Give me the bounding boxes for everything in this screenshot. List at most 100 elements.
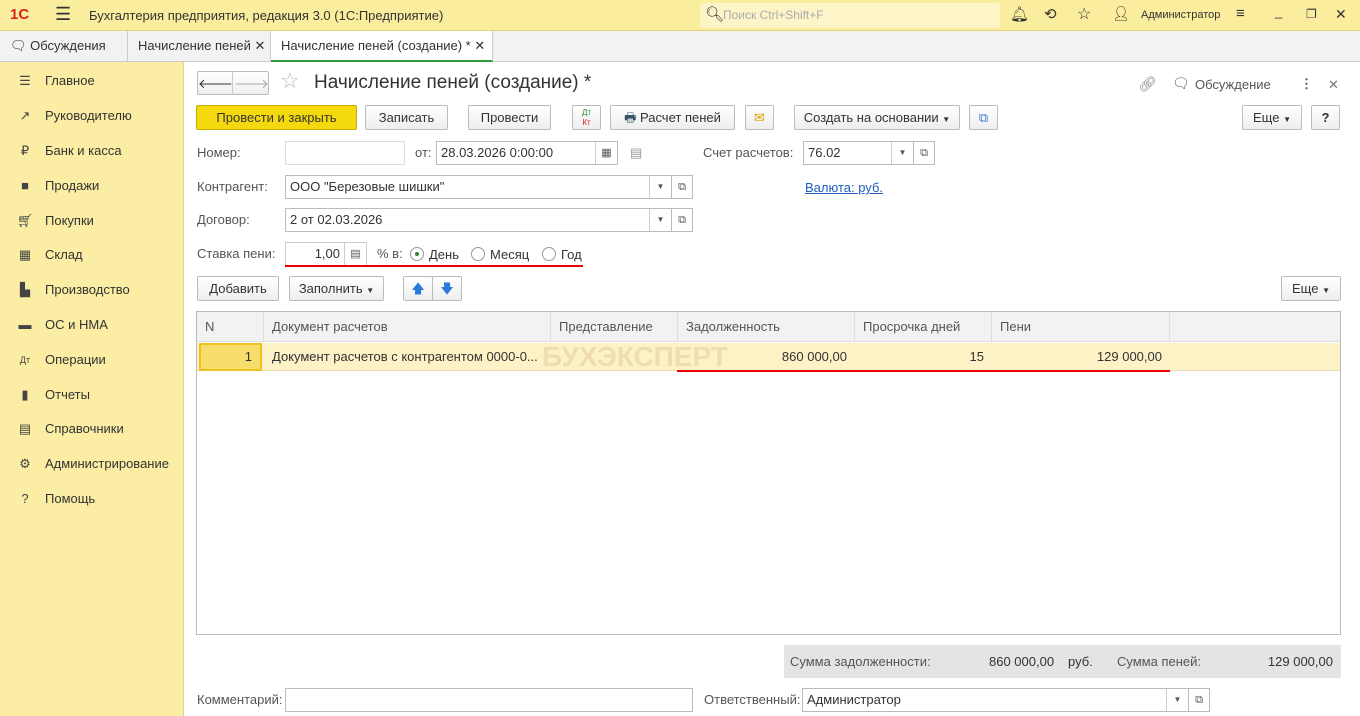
sidebar-item-bank[interactable]: ₽ Банк и касса: [0, 134, 184, 168]
column-header[interactable]: Пени: [992, 312, 1170, 342]
contract-input[interactable]: 2 от 02.03.2026 ▼: [285, 208, 672, 232]
column-header[interactable]: Задолженность: [678, 312, 855, 342]
sidebar-item-help[interactable]: ? Помощь: [0, 482, 184, 516]
cell-document[interactable]: Документ расчетов с контрагентом 0000-0.…: [264, 343, 551, 371]
sidebar-item-label: ОС и НМА: [45, 317, 108, 332]
column-header[interactable]: N: [197, 312, 264, 342]
table-more-button[interactable]: Еще ▼: [1281, 276, 1341, 301]
cell-overdue-days[interactable]: 15: [855, 343, 992, 371]
sidebar-item-sales[interactable]: ■ Продажи: [0, 169, 184, 203]
open-account-button[interactable]: ⧉: [913, 141, 935, 165]
save-button[interactable]: Записать: [365, 105, 448, 130]
move-up-button[interactable]: 🡅: [403, 276, 433, 301]
open-icon: ⧉: [920, 147, 928, 159]
close-window-icon[interactable]: ✕: [1335, 6, 1347, 23]
table-row[interactable]: 1 Документ расчетов с контрагентом 0000-…: [197, 341, 1340, 372]
account-value: 76.02: [808, 145, 841, 160]
cell-n[interactable]: 1: [199, 343, 262, 371]
tab-penalties-list[interactable]: Начисление пеней ✕: [128, 31, 271, 62]
sidebar-item-manager[interactable]: ↗ Руководителю: [0, 99, 184, 133]
more-actions-icon[interactable]: ⋮: [1300, 76, 1313, 92]
sidebar-item-assets[interactable]: ▬ ОС и НМА: [0, 308, 184, 342]
open-counterparty-button[interactable]: ⧉: [671, 175, 693, 199]
responsible-label: Ответственный:: [704, 692, 801, 707]
tab-penalties-create[interactable]: Начисление пеней (создание) * ✕: [271, 31, 493, 62]
counterparty-label: Контрагент:: [197, 179, 268, 194]
radio-month[interactable]: Месяц: [471, 247, 529, 262]
forward-button[interactable]: 🡒: [234, 72, 269, 95]
sidebar-item-purchases[interactable]: 🛒︎ Покупки: [0, 204, 184, 238]
rate-input[interactable]: 1,00 ▤: [285, 242, 367, 266]
sidebar-item-production[interactable]: ▙ Производство: [0, 273, 184, 307]
sidebar-item-reports[interactable]: ▮ Отчеты: [0, 378, 184, 412]
responsible-input[interactable]: Администратор ▼: [802, 688, 1189, 712]
column-header[interactable]: Документ расчетов: [264, 312, 551, 342]
search-placeholder: Поиск Ctrl+Shift+F: [723, 8, 824, 22]
currency-link[interactable]: Валюта: руб.: [805, 180, 883, 195]
radio-day[interactable]: День: [410, 247, 459, 262]
column-header[interactable]: Представление: [551, 312, 678, 342]
dtkt-button[interactable]: Дт Кт: [572, 105, 601, 130]
open-responsible-button[interactable]: ⧉: [1188, 688, 1210, 712]
calc-penalties-button[interactable]: 🖶 Расчет пеней: [610, 105, 735, 130]
date-input[interactable]: 28.03.2026 0:00:00 ▦: [436, 141, 618, 165]
close-tab-icon[interactable]: ✕: [474, 38, 485, 53]
move-down-button[interactable]: 🡇: [432, 276, 462, 301]
help-button[interactable]: ?: [1311, 105, 1340, 130]
radio-year[interactable]: Год: [542, 247, 582, 262]
close-form-icon[interactable]: ✕: [1328, 77, 1339, 93]
tab-discussions[interactable]: 🗨︎ Обсуждения: [0, 31, 128, 62]
chevron-down-icon[interactable]: ▼: [891, 142, 913, 164]
calendar-icon[interactable]: ▦: [595, 142, 617, 164]
chevron-down-icon: ▼: [1283, 115, 1291, 124]
user-name[interactable]: Администратор: [1141, 9, 1220, 21]
link-icon[interactable]: 🔗︎: [1138, 75, 1157, 93]
highlight-underline: [285, 265, 583, 267]
tab-label: Обсуждения: [30, 38, 106, 53]
email-button[interactable]: ✉: [745, 105, 774, 130]
post-button[interactable]: Провести: [468, 105, 551, 130]
restore-icon[interactable]: ❐: [1306, 7, 1317, 21]
sidebar-item-catalogs[interactable]: ▤ Справочники: [0, 412, 184, 446]
favorite-star-icon[interactable]: ☆: [280, 68, 300, 94]
add-button[interactable]: Добавить: [197, 276, 279, 301]
discussion-button[interactable]: Обсуждение: [1195, 77, 1271, 92]
sidebar-item-operations[interactable]: Дт Операции: [0, 343, 184, 377]
minimize-icon[interactable]: _: [1275, 4, 1282, 19]
star-icon[interactable]: ☆: [1077, 4, 1091, 24]
sidebar-item-warehouse[interactable]: ▦ Склад: [0, 238, 184, 272]
settings-menu-icon[interactable]: ≡: [1236, 5, 1245, 22]
counterparty-input[interactable]: ООО "Березовые шишки" ▼: [285, 175, 672, 199]
chevron-down-icon[interactable]: ▼: [649, 176, 671, 198]
close-tab-icon[interactable]: ✕: [255, 38, 266, 53]
chevron-down-icon[interactable]: ▼: [649, 209, 671, 231]
calculator-icon[interactable]: ▤: [344, 243, 366, 265]
main-menu-icon[interactable]: ☰: [55, 4, 71, 25]
back-button[interactable]: 🡐: [198, 72, 233, 95]
number-label: Номер:: [197, 145, 241, 160]
open-contract-button[interactable]: ⧉: [671, 208, 693, 232]
user-icon[interactable]: 👤︎: [1112, 5, 1130, 22]
cell-penalty[interactable]: 129 000,00: [992, 343, 1170, 371]
more-button[interactable]: Еще ▼: [1242, 105, 1302, 130]
sidebar-item-admin[interactable]: ⚙ Администрирование: [0, 447, 184, 481]
contract-value: 2 от 02.03.2026: [290, 212, 383, 227]
sidebar-item-label: Помощь: [45, 491, 96, 506]
sidebar-item-main[interactable]: ☰ Главное: [0, 64, 184, 98]
structure-button[interactable]: ⧉: [969, 105, 998, 130]
create-based-on-button[interactable]: Создать на основании ▼: [794, 105, 960, 130]
radio-button: [410, 247, 424, 261]
cell-debt[interactable]: 860 000,00: [678, 343, 855, 371]
document-list-icon[interactable]: ▤: [630, 145, 642, 161]
chevron-down-icon[interactable]: ▼: [1166, 689, 1188, 711]
history-icon[interactable]: ⟲: [1044, 5, 1057, 23]
fill-button[interactable]: Заполнить ▼: [289, 276, 384, 301]
column-header[interactable]: Просрочка дней: [855, 312, 992, 342]
search-input[interactable]: 🔍︎ Поиск Ctrl+Shift+F: [700, 3, 1000, 28]
post-and-close-button[interactable]: Провести и закрыть: [196, 105, 357, 130]
account-input[interactable]: 76.02 ▼: [803, 141, 914, 165]
number-input[interactable]: [285, 141, 405, 165]
comment-input[interactable]: [285, 688, 693, 712]
trend-icon: ↗: [19, 108, 31, 123]
bell-icon[interactable]: 🔔︎: [1010, 5, 1029, 23]
